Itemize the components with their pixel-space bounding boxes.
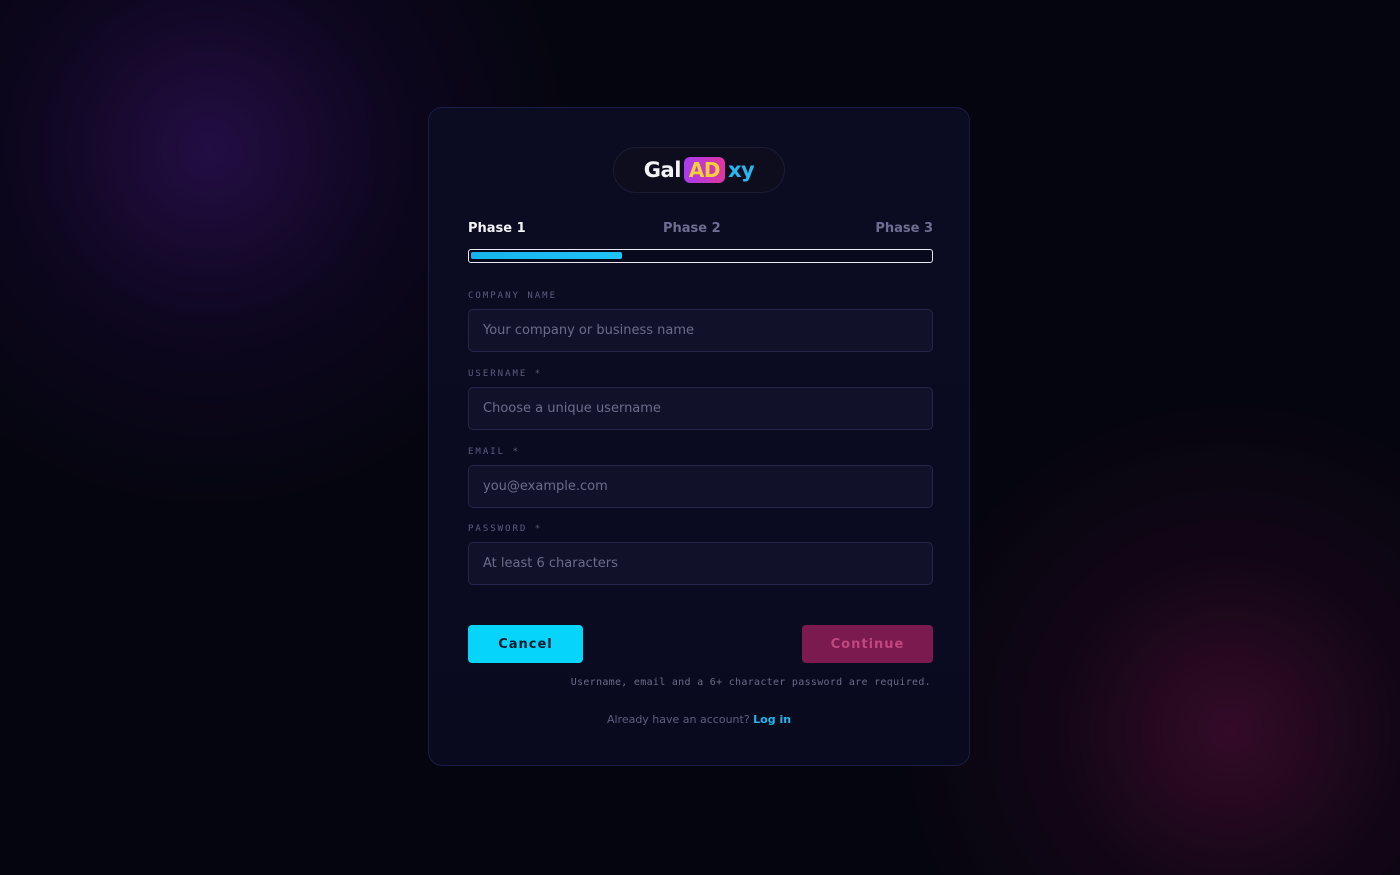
galadxy-logo: Gal AD xy xyxy=(613,147,785,193)
logo-text-ad: AD xyxy=(683,157,725,183)
username-label: USERNAME * xyxy=(468,369,543,379)
phase-progress-fill xyxy=(471,252,622,259)
phase-3-label: Phase 3 xyxy=(875,221,933,236)
company-name-input[interactable] xyxy=(468,309,933,352)
logo-text-xy: xy xyxy=(727,158,755,182)
cancel-button[interactable]: Cancel xyxy=(468,625,583,663)
required-fields-hint: Username, email and a 6+ character passw… xyxy=(570,677,931,688)
login-link[interactable]: Log in xyxy=(753,713,791,726)
phase-1-label: Phase 1 xyxy=(468,221,526,236)
logo-text-gal: Gal xyxy=(643,158,682,182)
password-label: PASSWORD * xyxy=(468,524,543,534)
signup-card: Gal AD xy Phase 1 Phase 2 Phase 3 COMPAN… xyxy=(428,107,970,766)
page-background: Gal AD xy Phase 1 Phase 2 Phase 3 COMPAN… xyxy=(0,0,1400,875)
phase-progress-bar xyxy=(468,249,933,263)
continue-button[interactable]: Continue xyxy=(802,625,933,663)
email-label: EMAIL * xyxy=(468,447,520,457)
phase-steps: Phase 1 Phase 2 Phase 3 xyxy=(468,221,933,241)
login-prompt: Already have an account? Log in xyxy=(429,713,969,726)
company-name-label: COMPANY NAME xyxy=(468,291,558,301)
password-input[interactable] xyxy=(468,542,933,585)
login-prompt-text: Already have an account? xyxy=(606,713,750,726)
phase-2-label: Phase 2 xyxy=(663,221,721,236)
username-input[interactable] xyxy=(468,387,933,430)
email-input[interactable] xyxy=(468,465,933,508)
